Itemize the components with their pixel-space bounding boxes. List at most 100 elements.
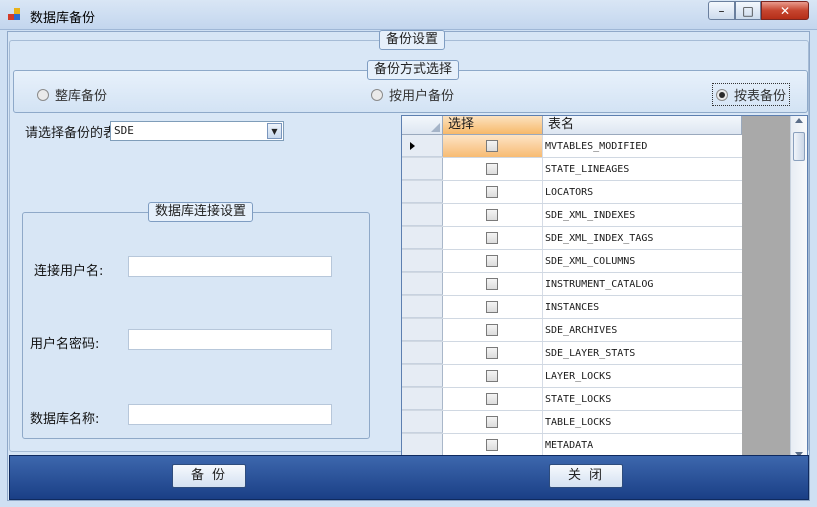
select-cell[interactable]: [443, 319, 543, 341]
scroll-thumb[interactable]: [793, 132, 805, 161]
radio-table-backup[interactable]: 按表备份: [712, 83, 791, 106]
table-row[interactable]: STATE_LOCKS: [402, 388, 742, 411]
select-cell[interactable]: [443, 388, 543, 410]
row-header[interactable]: [402, 365, 443, 387]
maximize-icon: □: [742, 3, 754, 18]
table-row[interactable]: SDE_XML_INDEX_TAGS: [402, 227, 742, 250]
grid-corner-header[interactable]: [402, 116, 443, 135]
table-name-cell[interactable]: SDE_LAYER_STATS: [543, 342, 742, 364]
backup-button[interactable]: 备份: [172, 464, 246, 488]
row-header[interactable]: [402, 411, 443, 433]
select-cell[interactable]: [443, 204, 543, 226]
row-header[interactable]: [402, 342, 443, 364]
select-cell[interactable]: [443, 411, 543, 433]
select-cell[interactable]: [443, 434, 543, 456]
table-name-cell[interactable]: SDE_ARCHIVES: [543, 319, 742, 341]
row-header[interactable]: [402, 181, 443, 203]
table-row[interactable]: SDE_XML_COLUMNS: [402, 250, 742, 273]
backup-settings-group: 备份设置 备份方式选择 整库备份 按用户备份 按表备份 请选择备份的表 SDE …: [9, 30, 809, 461]
radio-user-backup-indicator[interactable]: [371, 88, 383, 101]
table-name-cell[interactable]: INSTANCES: [543, 296, 742, 318]
database-name-field[interactable]: [128, 404, 332, 425]
username-field[interactable]: [128, 256, 332, 277]
radio-full-backup-label: 整库备份: [55, 89, 108, 104]
table-row[interactable]: TABLE_LOCKS: [402, 411, 742, 434]
row-header[interactable]: [402, 158, 443, 180]
select-cell[interactable]: [443, 135, 543, 157]
select-cell[interactable]: [443, 158, 543, 180]
row-header[interactable]: [402, 434, 443, 456]
table-row[interactable]: MVTABLES_MODIFIED: [402, 135, 742, 158]
row-checkbox[interactable]: [486, 209, 498, 221]
table-name-cell[interactable]: LAYER_LOCKS: [543, 365, 742, 387]
row-header[interactable]: [402, 227, 443, 249]
grid-scrollbar[interactable]: [790, 116, 807, 460]
row-checkbox[interactable]: [486, 439, 498, 451]
table-row[interactable]: METADATA: [402, 434, 742, 457]
select-cell[interactable]: [443, 250, 543, 272]
row-checkbox[interactable]: [486, 140, 498, 152]
title-bar: 数据库备份 – □ ✕: [0, 0, 817, 30]
row-header[interactable]: [402, 296, 443, 318]
table-row[interactable]: SDE_XML_INDEXES: [402, 204, 742, 227]
table-row[interactable]: LAYER_LOCKS: [402, 365, 742, 388]
row-checkbox[interactable]: [486, 163, 498, 175]
row-header[interactable]: [402, 204, 443, 226]
radio-user-backup[interactable]: 按用户备份: [371, 85, 454, 104]
tables-grid[interactable]: 选择 表名 MVTABLES_MODIFIED STATE_LINEAGES LOC…: [401, 115, 808, 461]
table-name-cell[interactable]: STATE_LINEAGES: [543, 158, 742, 180]
close-window-button[interactable]: ✕: [761, 1, 809, 20]
row-checkbox[interactable]: [486, 255, 498, 267]
column-header-table-name[interactable]: 表名: [543, 116, 742, 135]
row-header[interactable]: [402, 273, 443, 295]
chevron-down-icon[interactable]: ▼: [267, 123, 282, 139]
table-row[interactable]: LOCATORS: [402, 181, 742, 204]
row-header[interactable]: [402, 319, 443, 341]
table-name-cell[interactable]: TABLE_LOCKS: [543, 411, 742, 433]
table-select-dropdown[interactable]: SDE ▼: [110, 121, 284, 141]
select-cell[interactable]: [443, 296, 543, 318]
select-cell[interactable]: [443, 227, 543, 249]
row-header[interactable]: [402, 388, 443, 410]
close-button[interactable]: 关闭: [549, 464, 623, 488]
row-checkbox[interactable]: [486, 232, 498, 244]
row-checkbox[interactable]: [486, 393, 498, 405]
table-row[interactable]: STATE_LINEAGES: [402, 158, 742, 181]
password-label: 用户名密码:: [30, 337, 100, 352]
password-field[interactable]: [128, 329, 332, 350]
select-cell[interactable]: [443, 342, 543, 364]
row-checkbox[interactable]: [486, 416, 498, 428]
table-name-cell[interactable]: INSTRUMENT_CATALOG: [543, 273, 742, 295]
row-header[interactable]: [402, 250, 443, 272]
select-cell[interactable]: [443, 181, 543, 203]
row-checkbox[interactable]: [486, 278, 498, 290]
table-name-cell[interactable]: LOCATORS: [543, 181, 742, 203]
table-name-cell[interactable]: STATE_LOCKS: [543, 388, 742, 410]
table-name-cell[interactable]: SDE_XML_COLUMNS: [543, 250, 742, 272]
row-header-current[interactable]: [402, 135, 443, 157]
row-checkbox[interactable]: [486, 324, 498, 336]
table-row[interactable]: INSTANCES: [402, 296, 742, 319]
minimize-button[interactable]: –: [708, 1, 735, 20]
table-name-cell[interactable]: SDE_XML_INDEXES: [543, 204, 742, 226]
table-row[interactable]: SDE_ARCHIVES: [402, 319, 742, 342]
row-checkbox[interactable]: [486, 370, 498, 382]
table-name-cell[interactable]: SDE_XML_INDEX_TAGS: [543, 227, 742, 249]
row-checkbox[interactable]: [486, 347, 498, 359]
database-name-label: 数据库名称:: [30, 412, 100, 427]
column-header-select[interactable]: 选择: [443, 116, 543, 135]
row-checkbox[interactable]: [486, 186, 498, 198]
table-row[interactable]: INSTRUMENT_CATALOG: [402, 273, 742, 296]
row-checkbox[interactable]: [486, 301, 498, 313]
bottom-action-bar: 备份 关闭: [9, 455, 809, 500]
select-cell[interactable]: [443, 365, 543, 387]
table-name-cell[interactable]: METADATA: [543, 434, 742, 456]
table-row[interactable]: SDE_LAYER_STATS: [402, 342, 742, 365]
radio-full-backup[interactable]: 整库备份: [37, 85, 107, 104]
select-cell[interactable]: [443, 273, 543, 295]
scroll-up-icon[interactable]: [795, 118, 803, 123]
radio-full-backup-indicator[interactable]: [37, 88, 49, 101]
radio-table-backup-indicator[interactable]: [716, 88, 728, 101]
maximize-button[interactable]: □: [735, 1, 761, 20]
table-name-cell[interactable]: MVTABLES_MODIFIED: [543, 135, 742, 157]
